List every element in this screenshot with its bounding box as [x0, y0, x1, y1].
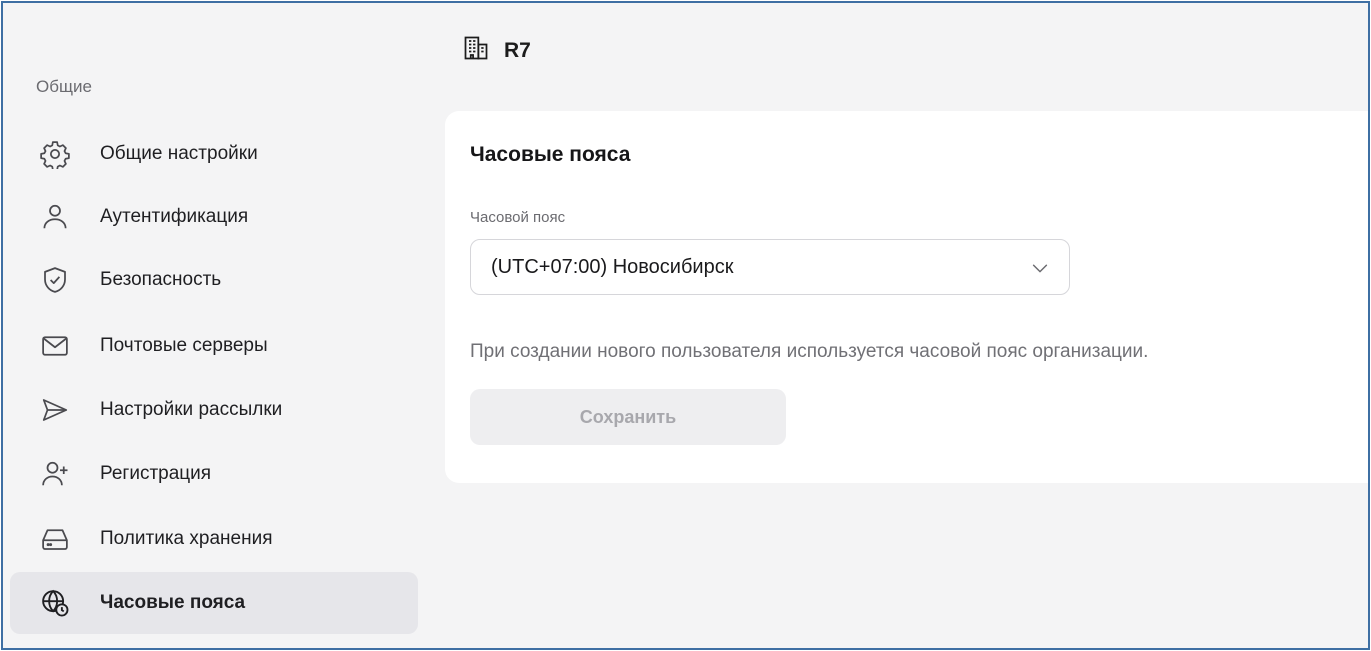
sidebar-item-label: Аутентификация	[100, 206, 249, 227]
sidebar-item-general-settings[interactable]: Общие настройки	[10, 123, 418, 185]
org-name: R7	[504, 38, 531, 62]
sidebar-item-time-zones[interactable]: Часовые пояса	[10, 572, 418, 634]
building-icon	[462, 33, 490, 68]
user-plus-icon	[38, 457, 72, 491]
sidebar-item-label: Регистрация	[100, 463, 212, 484]
globe-clock-icon	[38, 586, 72, 620]
sidebar: Общие Общие настройки Аутентификация Без…	[3, 3, 433, 648]
send-icon	[38, 393, 72, 427]
org-header: R7	[462, 33, 531, 68]
sidebar-item-storage-policy[interactable]: Политика хранения	[10, 508, 418, 570]
mail-icon	[38, 329, 72, 363]
timezone-field-label: Часовой пояс	[470, 209, 566, 226]
chevron-down-icon	[1029, 257, 1051, 279]
user-icon	[38, 200, 72, 234]
sidebar-item-label: Почтовые серверы	[100, 335, 268, 356]
gear-icon	[38, 137, 72, 171]
sidebar-item-label: Настройки рассылки	[100, 399, 283, 420]
sidebar-item-label: Часовые пояса	[100, 592, 246, 613]
timezone-settings-card: Часовые пояса Часовой пояс (UTC+07:00) Н…	[445, 111, 1368, 483]
sidebar-item-authentication[interactable]: Аутентификация	[10, 186, 418, 248]
shield-check-icon	[38, 263, 72, 297]
storage-drive-icon	[38, 522, 72, 556]
sidebar-item-label: Общие настройки	[100, 143, 258, 164]
sidebar-item-security[interactable]: Безопасность	[10, 249, 418, 311]
sidebar-item-label: Политика хранения	[100, 528, 273, 549]
sidebar-item-mail-servers[interactable]: Почтовые серверы	[10, 315, 418, 377]
sidebar-section-label: Общие	[36, 77, 92, 96]
timezone-hint-text: При создании нового пользователя использ…	[470, 341, 1149, 362]
app-window: Общие Общие настройки Аутентификация Без…	[1, 1, 1370, 650]
save-button[interactable]: Сохранить	[470, 389, 786, 445]
timezone-select[interactable]: (UTC+07:00) Новосибирск	[470, 239, 1070, 295]
sidebar-item-registration[interactable]: Регистрация	[10, 443, 418, 505]
page-title: Часовые пояса	[470, 143, 631, 166]
sidebar-item-label: Безопасность	[100, 269, 222, 290]
timezone-select-value: (UTC+07:00) Новосибирск	[491, 256, 734, 278]
sidebar-item-mailing-settings[interactable]: Настройки рассылки	[10, 379, 418, 441]
